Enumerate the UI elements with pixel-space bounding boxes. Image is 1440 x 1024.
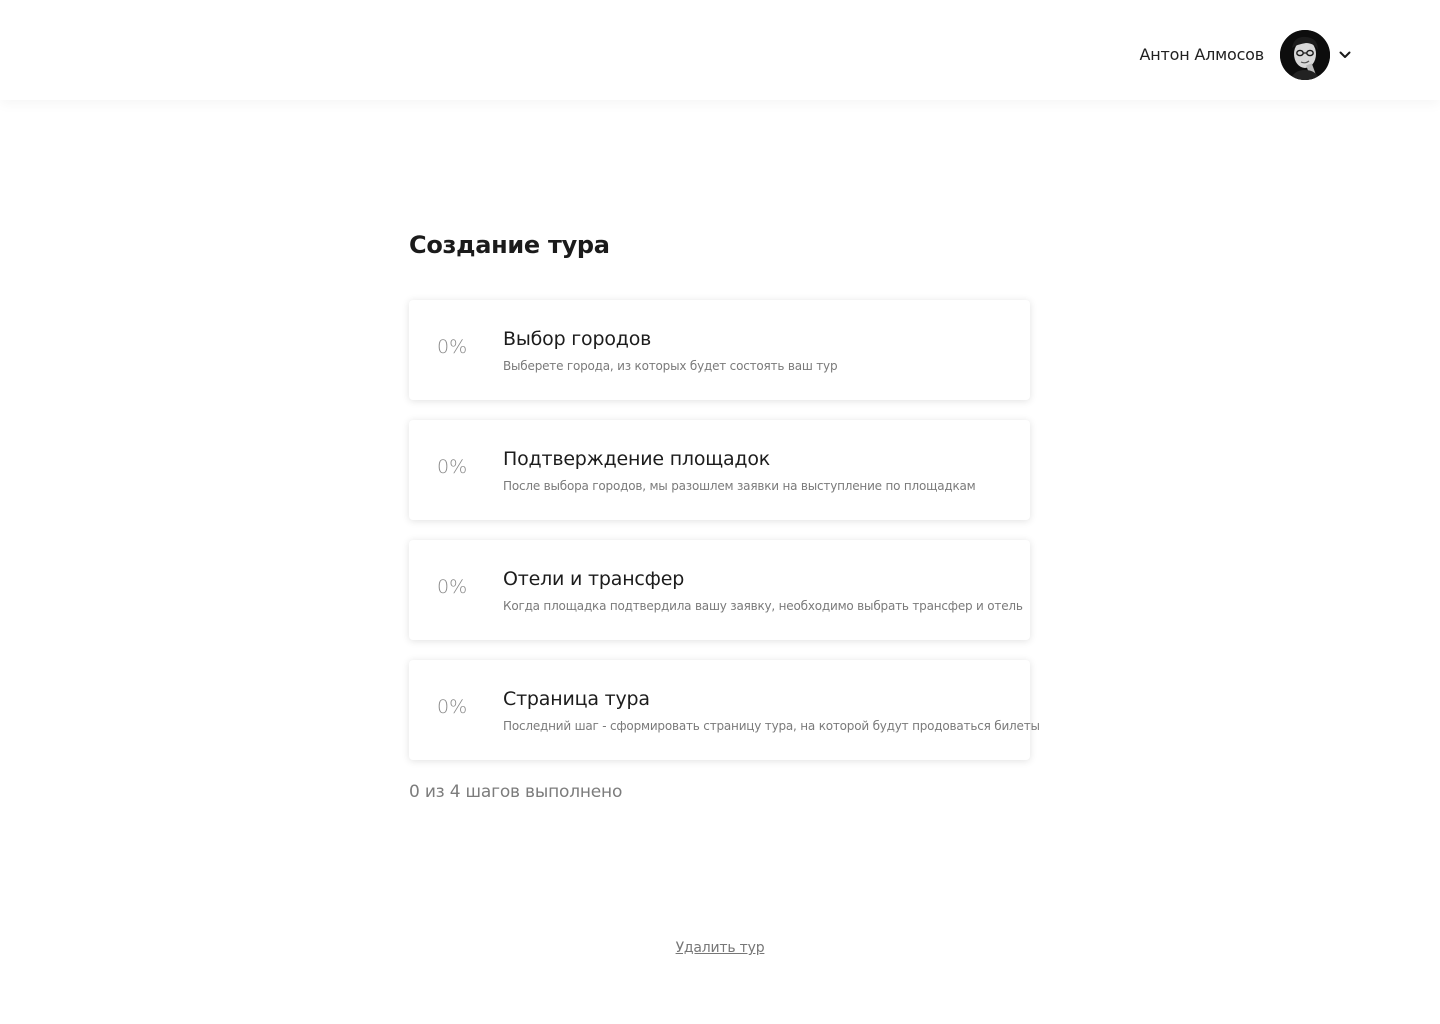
step-title: Страница тура [503, 688, 650, 710]
step-title: Подтверждение площадок [503, 448, 771, 470]
step-percent: 0% [437, 576, 468, 598]
step-card-venues[interactable]: 0% Подтверждение площадок После выбора г… [409, 420, 1030, 520]
chevron-down-icon[interactable] [1338, 48, 1352, 62]
step-description: После выбора городов, мы разошлем заявки… [503, 479, 976, 493]
step-card-tour-page[interactable]: 0% Страница тура Последний шаг - сформир… [409, 660, 1040, 760]
user-avatar-icon [1280, 29, 1330, 80]
step-title: Отели и трансфер [503, 568, 685, 590]
step-card-cities[interactable]: 0% Выбор городов Выберете города, из кот… [409, 300, 1030, 400]
steps-list: 0% Выбор городов Выберете города, из кот… [409, 300, 1040, 760]
user-name: Антон Алмосов [1139, 45, 1264, 64]
user-menu[interactable]: Антон Алмосов [1139, 29, 1352, 80]
step-title: Выбор городов [503, 328, 652, 350]
top-header: Антон Алмосов [0, 0, 1440, 100]
page-title: Создание тура [409, 231, 610, 259]
step-description: Последний шаг - сформировать страницу ту… [503, 719, 1040, 733]
step-card-hotels[interactable]: 0% Отели и трансфер Когда площадка подтв… [409, 540, 1030, 640]
step-percent: 0% [437, 336, 468, 358]
step-percent: 0% [437, 456, 468, 478]
step-description: Выберете города, из которых будет состоя… [503, 359, 838, 373]
steps-progress-text: 0 из 4 шагов выполнено [409, 782, 623, 802]
avatar[interactable] [1280, 29, 1330, 80]
step-percent: 0% [437, 696, 468, 718]
step-description: Когда площадка подтвердила вашу заявку, … [503, 599, 1023, 613]
tour-creation-panel: Создание тура 0% Выбор городов Выберете … [409, 226, 1040, 802]
delete-tour-container: Удалить тур [0, 940, 1440, 956]
delete-tour-link[interactable]: Удалить тур [676, 940, 765, 956]
